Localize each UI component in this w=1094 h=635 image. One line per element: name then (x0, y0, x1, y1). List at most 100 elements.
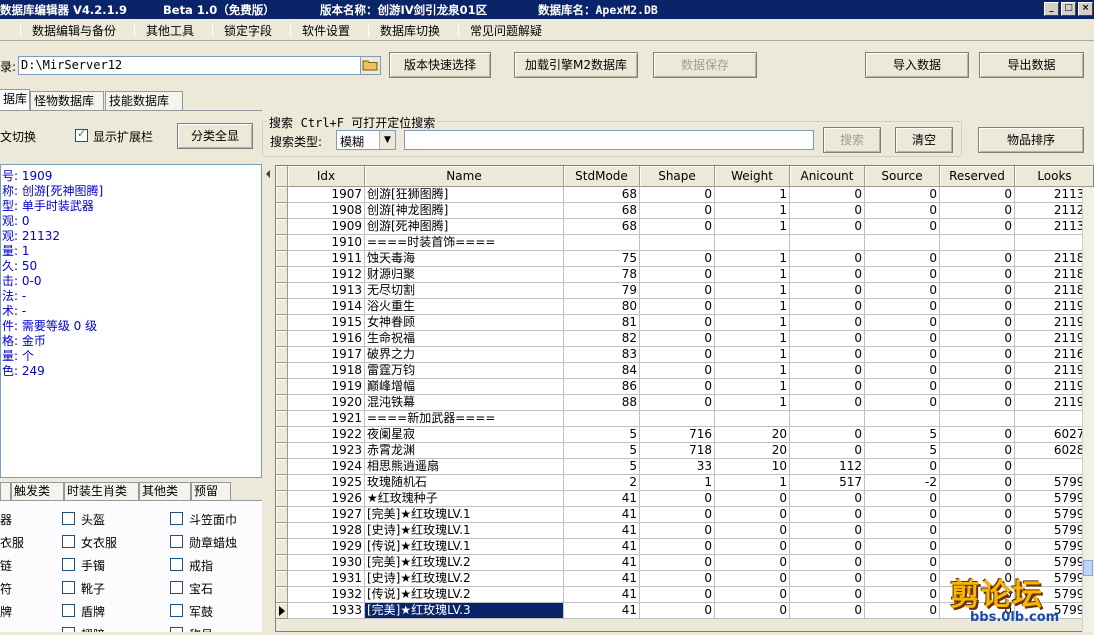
path-input[interactable]: D:\MirServer12 (18, 56, 381, 75)
grid-cell-weight[interactable]: 0 (715, 523, 790, 539)
grid-cell-weight[interactable]: 0 (715, 587, 790, 603)
grid-cell-stdmode[interactable] (564, 411, 640, 427)
grid-cell-name[interactable]: [传说]★红玫瑰LV.1 (365, 539, 564, 555)
grid-cell-source[interactable]: 0 (865, 539, 940, 555)
grid-cell-anicount[interactable]: 0 (790, 507, 865, 523)
grid-cell-idx[interactable]: 1908 (288, 203, 365, 219)
grid-cell-reserved[interactable]: 0 (940, 219, 1015, 235)
grid-cell-shape[interactable]: 0 (640, 395, 715, 411)
grid-cell-idx[interactable]: 1919 (288, 379, 365, 395)
grid-cell-shape[interactable]: 0 (640, 331, 715, 347)
grid-cell-idx[interactable]: 1929 (288, 539, 365, 555)
row-indicator[interactable] (276, 587, 288, 603)
grid-cell-idx[interactable]: 1927 (288, 507, 365, 523)
category-tab-trigger[interactable]: 触发类 (11, 482, 64, 501)
grid-cell-anicount[interactable]: 0 (790, 331, 865, 347)
grid-cell-reserved[interactable]: 0 (940, 539, 1015, 555)
grid-cell-anicount[interactable] (790, 235, 865, 251)
grid-cell-weight[interactable]: 0 (715, 507, 790, 523)
grid-cell-weight[interactable]: 1 (715, 219, 790, 235)
grid-cell-source[interactable]: 0 (865, 219, 940, 235)
grid-cell-idx[interactable]: 1922 (288, 427, 365, 443)
column-header[interactable]: Anicount (790, 166, 865, 187)
grid-cell-source[interactable]: 0 (865, 251, 940, 267)
grid-cell-name[interactable]: 相思熊逍遥扇 (365, 459, 564, 475)
row-indicator[interactable] (276, 299, 288, 315)
grid-cell-weight[interactable]: 1 (715, 267, 790, 283)
grid-cell-stdmode[interactable]: 68 (564, 203, 640, 219)
grid-cell-anicount[interactable]: 0 (790, 363, 865, 379)
grid-cell-source[interactable]: 0 (865, 555, 940, 571)
row-indicator[interactable] (276, 347, 288, 363)
grid-cell-shape[interactable]: 0 (640, 571, 715, 587)
grid-cell-anicount[interactable]: 0 (790, 187, 865, 203)
grid-cell-idx[interactable]: 1915 (288, 315, 365, 331)
category-checkbox[interactable] (170, 558, 183, 571)
grid-cell-shape[interactable]: 0 (640, 507, 715, 523)
category-checkbox[interactable] (170, 581, 183, 594)
grid-cell-weight[interactable]: 0 (715, 491, 790, 507)
grid-cell-shape[interactable]: 0 (640, 555, 715, 571)
grid-cell-name[interactable]: 玫瑰随机石 (365, 475, 564, 491)
row-indicator[interactable] (276, 523, 288, 539)
grid-cell-source[interactable]: 0 (865, 331, 940, 347)
grid-cell-name[interactable]: 雷霆万钧 (365, 363, 564, 379)
grid-cell-weight[interactable]: 1 (715, 299, 790, 315)
grid-cell-stdmode[interactable]: 79 (564, 283, 640, 299)
grid-cell-name[interactable]: 浴火重生 (365, 299, 564, 315)
grid-cell-name[interactable]: 财源归聚 (365, 267, 564, 283)
load-engine-db-button[interactable]: 加载引擎M2数据库 (514, 52, 638, 78)
menu-lock-fields[interactable]: 锁定字段 (224, 22, 272, 39)
grid-cell-reserved[interactable]: 0 (940, 507, 1015, 523)
grid-cell-shape[interactable]: 1 (640, 475, 715, 491)
row-indicator[interactable] (276, 315, 288, 331)
grid-cell-idx[interactable]: 1914 (288, 299, 365, 315)
grid-cell-stdmode[interactable]: 41 (564, 539, 640, 555)
grid-cell-name[interactable]: 混沌铁幕 (365, 395, 564, 411)
grid-cell-stdmode[interactable]: 41 (564, 587, 640, 603)
grid-cell-reserved[interactable]: 0 (940, 203, 1015, 219)
grid-cell-idx[interactable]: 1907 (288, 187, 365, 203)
grid-cell-stdmode[interactable]: 41 (564, 555, 640, 571)
grid-cell-weight[interactable]: 0 (715, 571, 790, 587)
grid-cell-stdmode[interactable] (564, 235, 640, 251)
column-header[interactable]: Reserved (940, 166, 1015, 187)
maximize-button[interactable]: □ (1061, 2, 1076, 16)
grid-cell-shape[interactable]: 0 (640, 603, 715, 619)
clear-button[interactable]: 清空 (895, 127, 953, 153)
grid-cell-shape[interactable]: 0 (640, 379, 715, 395)
grid-cell-reserved[interactable]: 0 (940, 491, 1015, 507)
grid-cell-idx[interactable]: 1910 (288, 235, 365, 251)
grid-cell-name[interactable]: [完美]★红玫瑰LV.2 (365, 555, 564, 571)
grid-cell-source[interactable] (865, 411, 940, 427)
row-indicator[interactable] (276, 427, 288, 443)
category-tab-fashion-zodiac[interactable]: 时装生肖类 (64, 482, 139, 501)
row-indicator[interactable] (276, 331, 288, 347)
grid-cell-shape[interactable]: 0 (640, 539, 715, 555)
grid-cell-weight[interactable]: 1 (715, 363, 790, 379)
grid-cell-reserved[interactable]: 0 (940, 267, 1015, 283)
item-sort-button[interactable]: 物品排序 (978, 127, 1084, 153)
grid-cell-name[interactable]: 创游[神龙图腾] (365, 203, 564, 219)
grid-cell-source[interactable]: 0 (865, 203, 940, 219)
grid-cell-name[interactable]: 无尽切割 (365, 283, 564, 299)
column-header[interactable]: Idx (288, 166, 365, 187)
grid-cell-stdmode[interactable]: 82 (564, 331, 640, 347)
grid-cell-stdmode[interactable]: 68 (564, 219, 640, 235)
lang-toggle-label[interactable]: 文切换 (0, 128, 36, 145)
grid-cell-anicount[interactable]: 0 (790, 571, 865, 587)
grid-cell-name[interactable]: ====新加武器==== (365, 411, 564, 427)
grid-cell-anicount[interactable]: 0 (790, 539, 865, 555)
grid-cell-source[interactable]: 0 (865, 491, 940, 507)
grid-cell-source[interactable]: 0 (865, 283, 940, 299)
grid-cell-shape[interactable]: 0 (640, 491, 715, 507)
grid-cell-reserved[interactable]: 0 (940, 459, 1015, 475)
grid-cell-shape[interactable]: 0 (640, 203, 715, 219)
grid-cell-name[interactable]: 创游[狂狮图腾] (365, 187, 564, 203)
category-checkbox[interactable] (62, 512, 75, 525)
grid-cell-anicount[interactable]: 0 (790, 203, 865, 219)
grid-cell-reserved[interactable]: 0 (940, 331, 1015, 347)
category-checkbox[interactable] (62, 558, 75, 571)
grid-cell-source[interactable]: 0 (865, 363, 940, 379)
grid-cell-idx[interactable]: 1930 (288, 555, 365, 571)
